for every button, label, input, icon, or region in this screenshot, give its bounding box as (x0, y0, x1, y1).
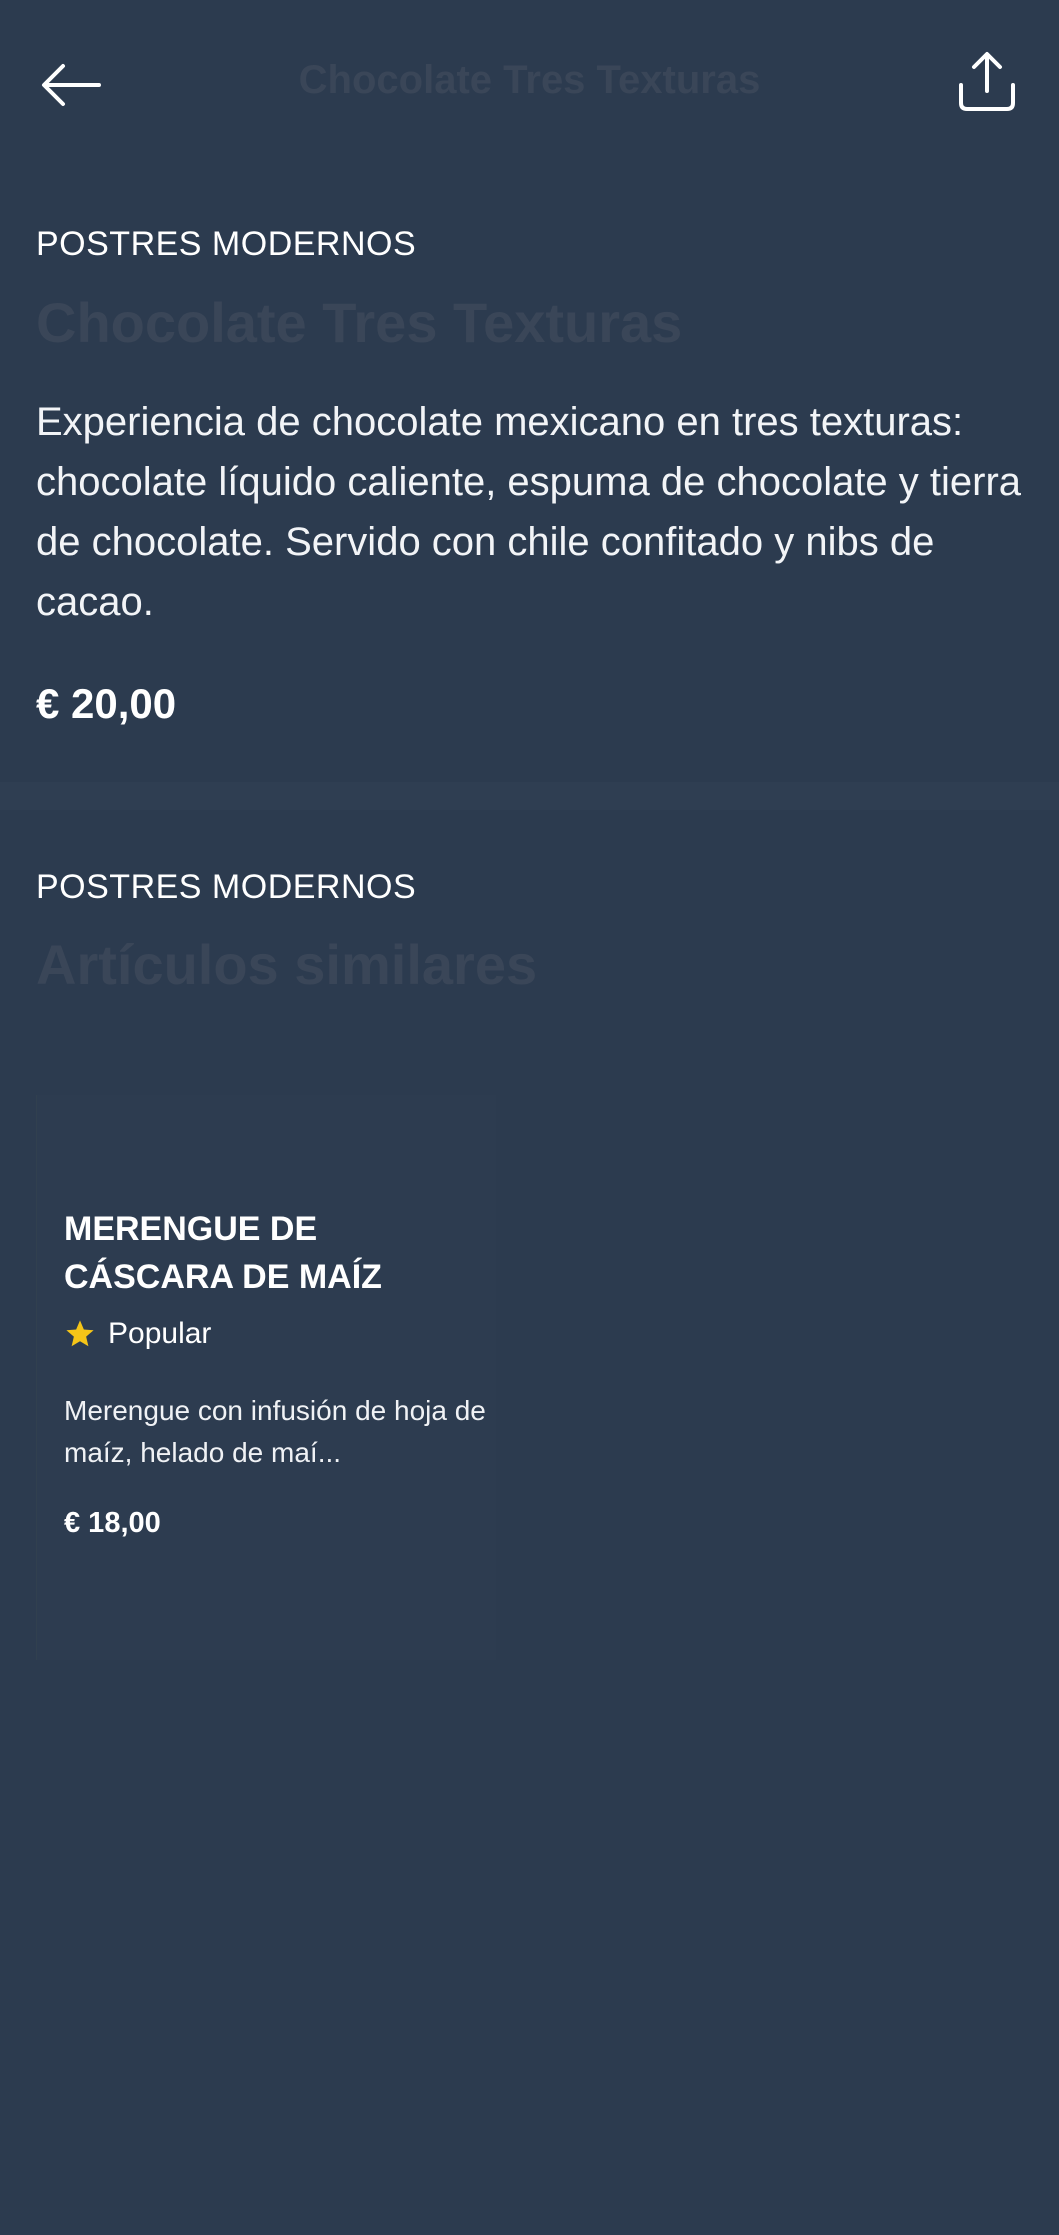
star-icon (64, 1318, 96, 1350)
arrow-left-icon (42, 64, 101, 106)
product-title: Chocolate Tres Texturas (36, 291, 683, 354)
similar-item-card[interactable]: MERENGUE DE CÁSCARA DE MAÍZ Popular Mere… (36, 1095, 496, 1660)
product-detail-page: Chocolate Tres Texturas POSTRES MODERNOS… (0, 0, 1059, 2235)
item-name: MERENGUE DE CÁSCARA DE MAÍZ (64, 1210, 382, 1296)
product-description: Experiencia de chocolate mexicano en tre… (36, 400, 1022, 624)
similar-items-section: POSTRES MODERNOS Artículos similares MER… (0, 810, 1059, 1710)
product-category: POSTRES MODERNOS (36, 225, 417, 263)
product-detail: POSTRES MODERNOS Chocolate Tres Texturas… (0, 170, 1059, 782)
section-divider (0, 782, 1059, 810)
top-bar: Chocolate Tres Texturas (0, 0, 1059, 170)
badge-label: Popular (108, 1317, 212, 1350)
header-title: Chocolate Tres Texturas (298, 58, 761, 102)
share-icon (959, 52, 1015, 111)
product-price: € 20,00 (36, 680, 177, 727)
similar-category: POSTRES MODERNOS (36, 868, 417, 906)
back-button[interactable] (36, 50, 106, 120)
item-price: € 18,00 (64, 1507, 161, 1539)
share-button[interactable] (951, 46, 1023, 118)
similar-title: Artículos similares (36, 933, 538, 996)
popular-badge: Popular (64, 1317, 211, 1351)
item-description: Merengue con infusión de hoja de maíz, h… (64, 1395, 486, 1468)
